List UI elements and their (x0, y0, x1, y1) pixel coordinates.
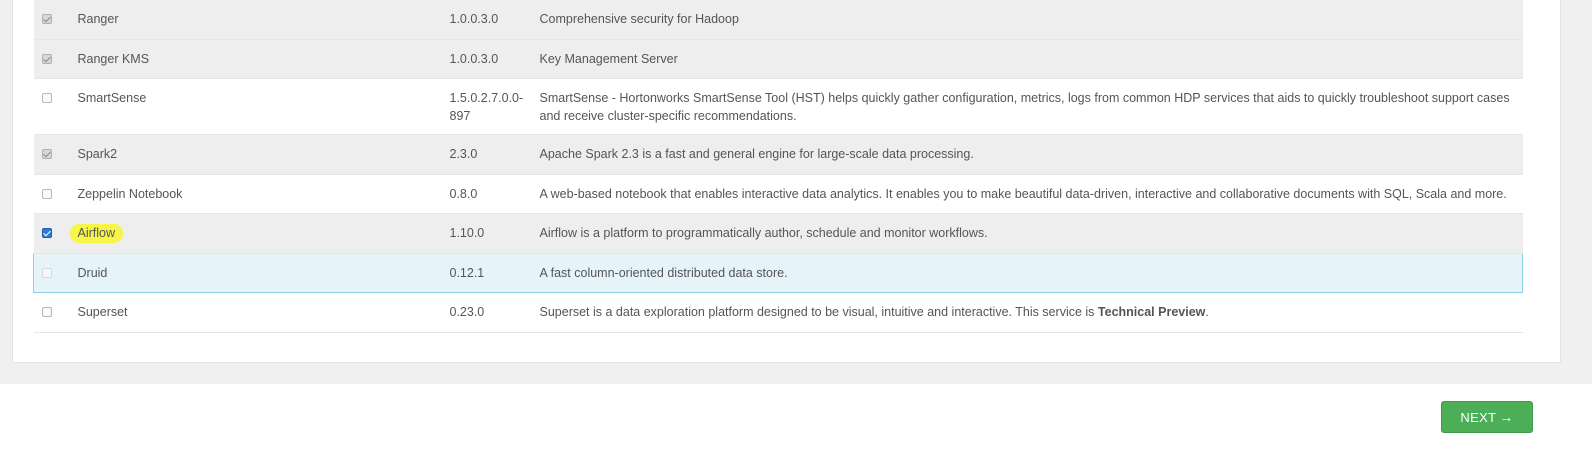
next-button[interactable]: NEXT → (1441, 401, 1533, 433)
service-checkbox[interactable] (41, 53, 52, 64)
service-name: Druid (69, 252, 442, 293)
services-panel: Ranger 1.0.0.3.0 Comprehensive security … (12, 0, 1561, 363)
service-checkbox[interactable] (41, 14, 52, 24)
service-checkbox[interactable] (42, 267, 52, 278)
table-row[interactable]: Airflow 1.10.0 Airflow is a platform to … (33, 213, 1523, 254)
service-version: 1.0.0.3.0 (441, 0, 532, 40)
technical-preview-label: Technical Preview (1097, 305, 1206, 319)
service-checkbox[interactable] (41, 149, 52, 159)
service-name: Airflow (69, 224, 124, 243)
service-description: Airflow is a platform to programmaticall… (531, 213, 1523, 254)
service-version: 2.3.0 (441, 134, 532, 175)
table-row[interactable]: Druid 0.12.1 A fast column-oriented dist… (33, 252, 1523, 293)
service-version: 1.0.0.3.0 (441, 39, 532, 79)
service-name: Spark2 (69, 134, 442, 175)
service-description-text: Superset is a data exploration platform … (539, 305, 1098, 319)
arrow-right-icon: → (1499, 409, 1514, 425)
service-description: A web-based notebook that enables intera… (531, 174, 1523, 214)
services-table: Ranger 1.0.0.3.0 Comprehensive security … (33, 0, 1523, 333)
service-name: SmartSense (69, 78, 442, 135)
table-row[interactable]: Ranger KMS 1.0.0.3.0 Key Management Serv… (33, 39, 1523, 79)
service-version: 0.12.1 (441, 252, 532, 293)
service-description: SmartSense - Hortonworks SmartSense Tool… (531, 78, 1523, 135)
service-name: Ranger (69, 0, 442, 40)
next-button-label: NEXT (1460, 409, 1497, 425)
table-row[interactable]: Spark2 2.3.0 Apache Spark 2.3 is a fast … (33, 134, 1523, 175)
service-name: Ranger KMS (69, 39, 442, 79)
service-name: Zeppelin Notebook (69, 174, 442, 214)
table-row[interactable]: Superset 0.23.0 Superset is a data explo… (33, 292, 1523, 333)
table-row[interactable]: SmartSense 1.5.0.2.7.0.0-897 SmartSense … (33, 78, 1523, 135)
service-checkbox[interactable] (41, 188, 52, 199)
service-version: 0.23.0 (441, 292, 532, 333)
table-row[interactable]: Ranger 1.0.0.3.0 Comprehensive security … (33, 0, 1523, 40)
service-description: Superset is a data exploration platform … (531, 292, 1523, 333)
table-row[interactable]: Zeppelin Notebook 0.8.0 A web-based note… (33, 174, 1523, 214)
service-description: Key Management Server (531, 39, 1523, 79)
service-checkbox[interactable] (41, 307, 52, 317)
service-version: 1.5.0.2.7.0.0-897 (441, 78, 532, 135)
service-description: Apache Spark 2.3 is a fast and general e… (531, 134, 1523, 175)
footer-area (0, 384, 1592, 451)
service-name: Superset (69, 292, 442, 333)
service-description: Comprehensive security for Hadoop (531, 0, 1523, 40)
service-checkbox[interactable] (41, 93, 52, 103)
service-description-tail: . (1205, 305, 1209, 319)
service-version: 0.8.0 (441, 174, 532, 214)
service-version: 1.10.0 (441, 213, 532, 254)
service-checkbox[interactable] (41, 228, 52, 238)
service-description: A fast column-oriented distributed data … (531, 252, 1523, 293)
